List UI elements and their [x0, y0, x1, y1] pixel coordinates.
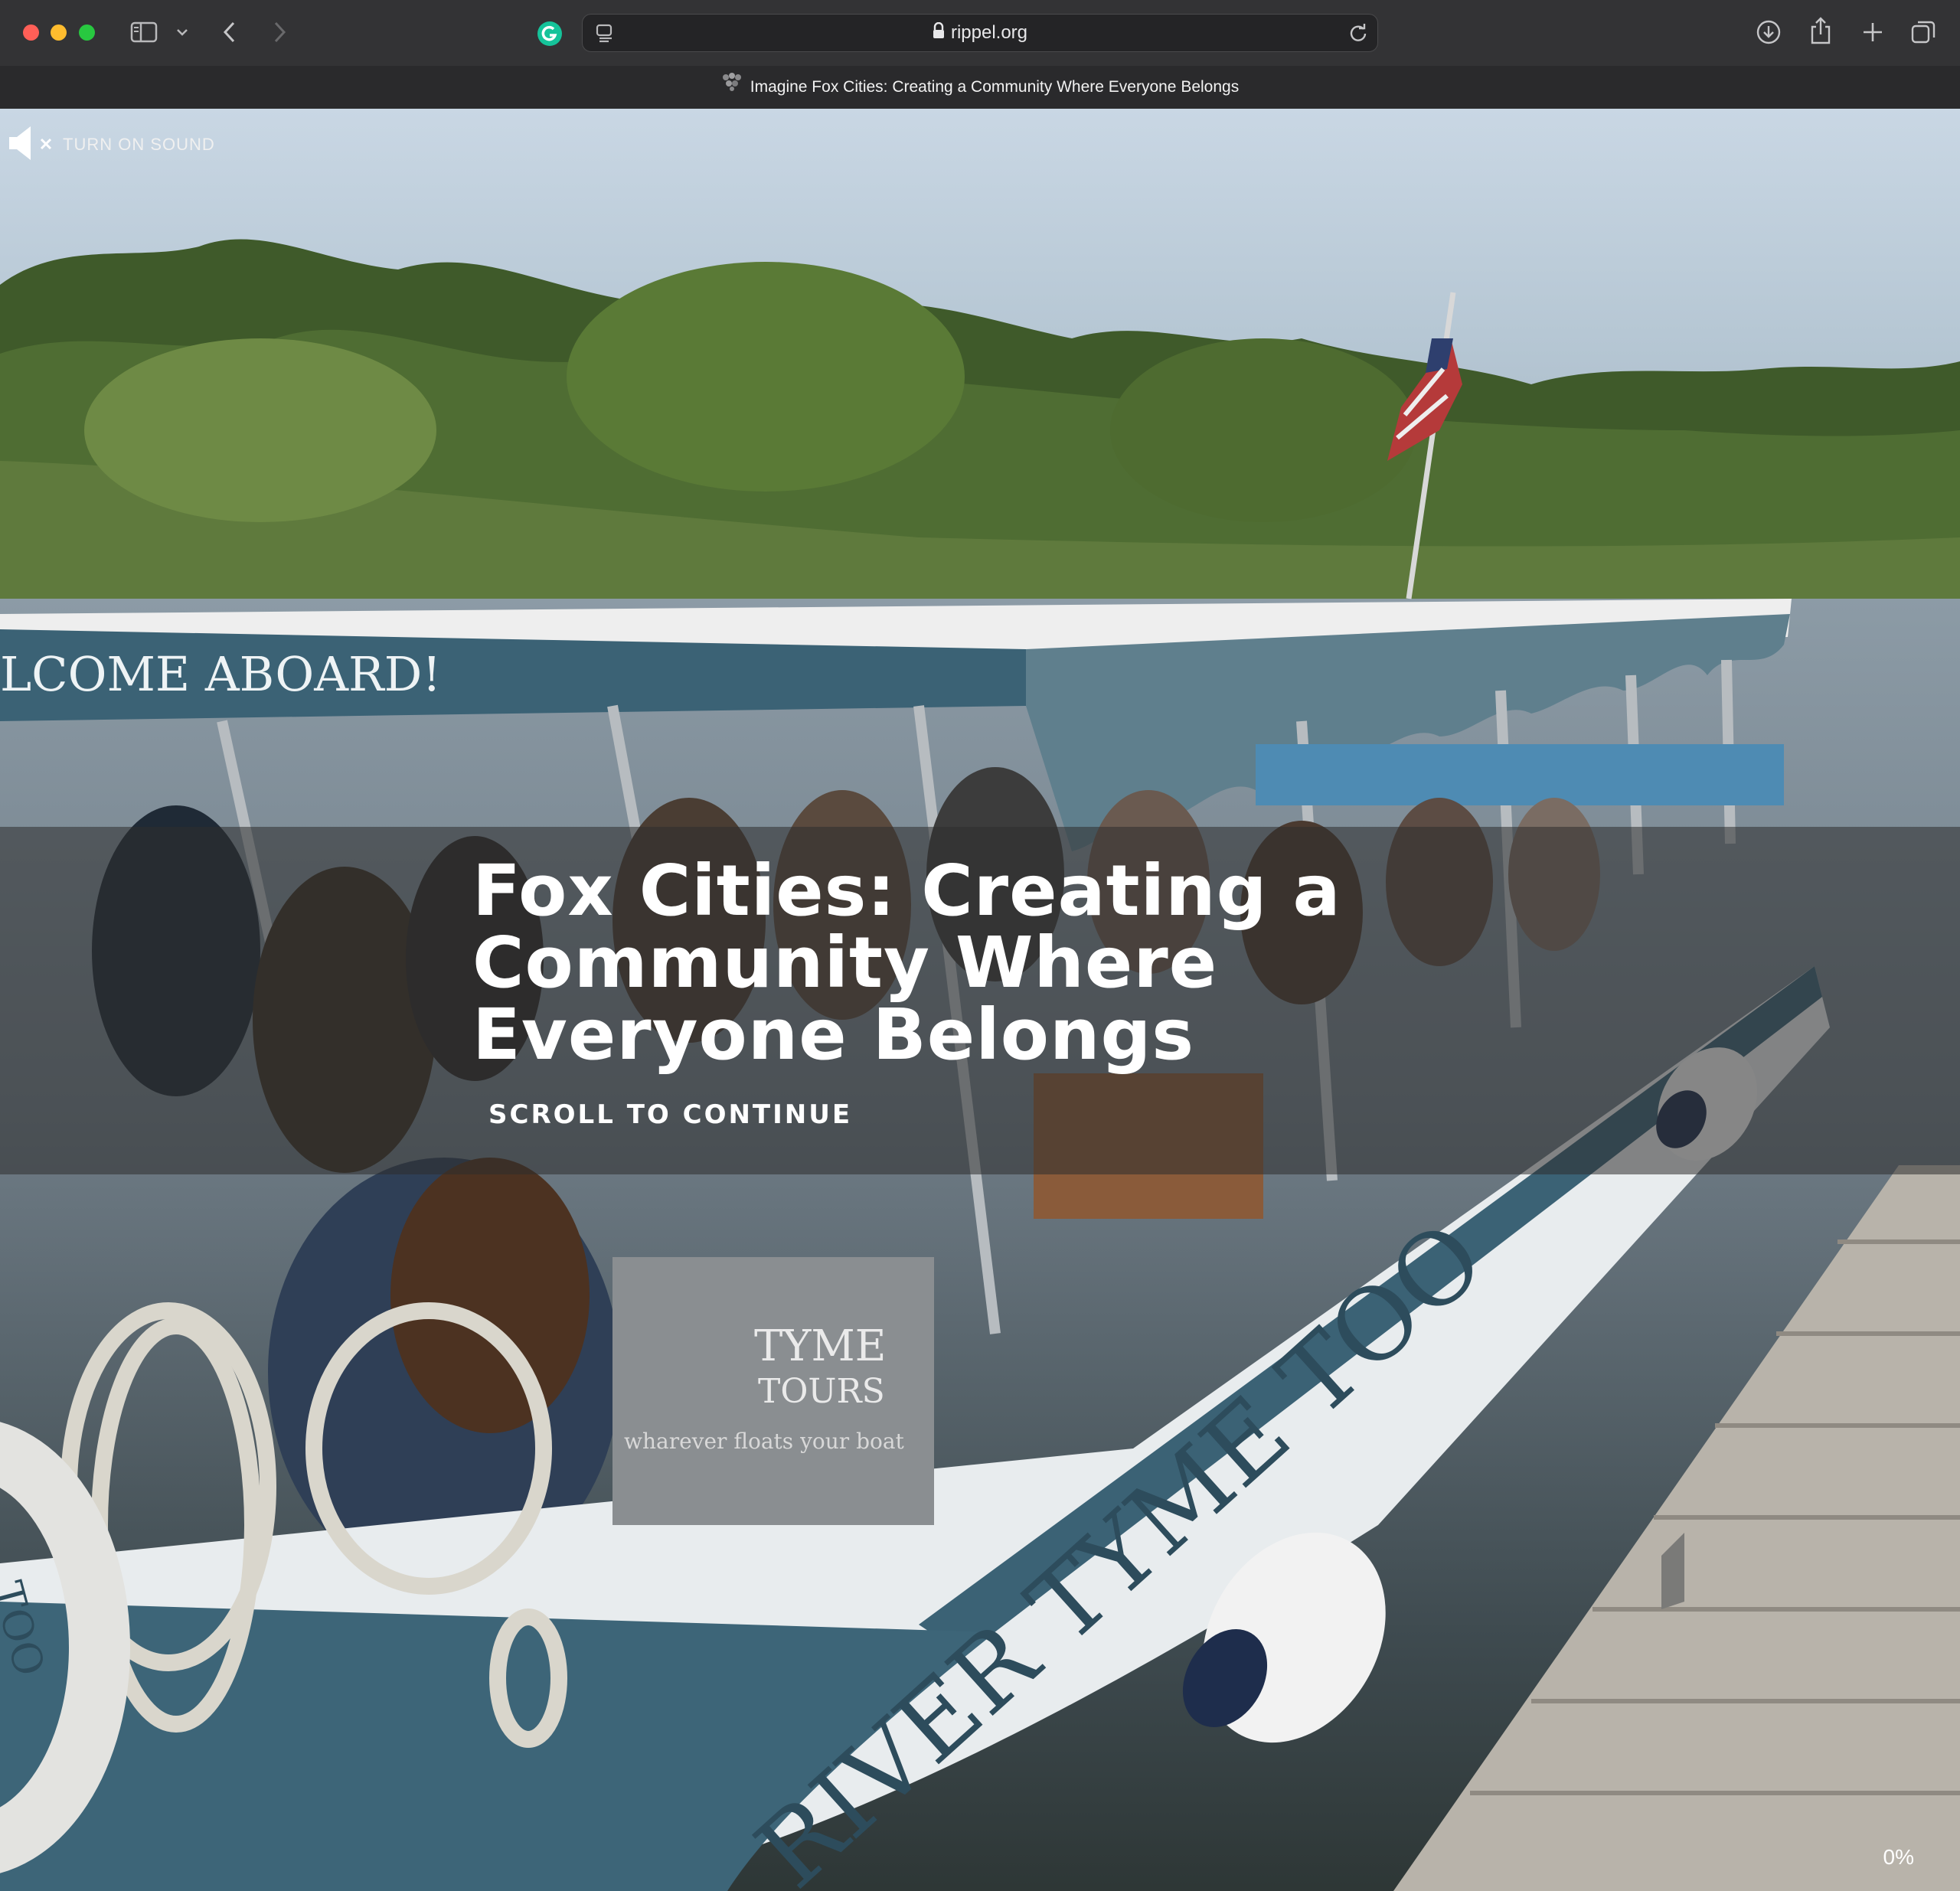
back-icon[interactable]	[218, 18, 241, 46]
boat-bench	[1256, 744, 1784, 805]
hero-title-line: Community Where	[472, 922, 1218, 1004]
speaker-muted-icon	[8, 124, 54, 166]
sidebar-icon[interactable]	[130, 20, 158, 44]
browser-chrome: rippel.org Imagine Fox Cities: Creating …	[0, 0, 1960, 109]
boat-panel-line3: wharever floats your boat	[624, 1429, 905, 1454]
chevron-down-icon[interactable]	[175, 23, 190, 41]
url-display: rippel.org	[583, 15, 1377, 51]
grammarly-icon[interactable]	[536, 20, 564, 47]
share-icon[interactable]	[1807, 15, 1834, 46]
zoom-window-button[interactable]	[79, 24, 95, 41]
hero-title-line: Everyone Belongs	[472, 994, 1195, 1076]
boat-panel-line1: TYME	[754, 1321, 887, 1371]
boat-sign-text: LCOME ABOARD!	[0, 646, 441, 702]
address-bar[interactable]: rippel.org	[582, 14, 1378, 52]
turn-on-sound-button[interactable]: TURN ON SOUND	[8, 126, 215, 164]
download-icon[interactable]	[1755, 18, 1782, 46]
browser-toolbar: rippel.org	[0, 0, 1960, 66]
hero-title: Fox Cities: Creating a Community Where E…	[472, 855, 1468, 1071]
reload-icon[interactable]	[1347, 22, 1370, 44]
tab-active[interactable]: Imagine Fox Cities: Creating a Community…	[0, 66, 1960, 109]
url-text: rippel.org	[950, 22, 1028, 43]
boat-panel-line2: TOURS	[758, 1372, 885, 1411]
tabs-overview-icon[interactable]	[1909, 18, 1937, 46]
forward-icon[interactable]	[268, 18, 291, 46]
boat-console: TYME TOURS wharever floats your boat	[612, 1257, 934, 1525]
tab-title-text: Imagine Fox Cities: Creating a Community…	[750, 78, 1240, 96]
scroll-to-continue-link[interactable]: SCROLL TO CONTINUE	[488, 1099, 852, 1130]
tab-bar: Imagine Fox Cities: Creating a Community…	[0, 66, 1960, 109]
close-window-button[interactable]	[23, 24, 39, 41]
new-tab-icon[interactable]	[1859, 18, 1886, 46]
site-favicon-icon	[721, 66, 743, 109]
scroll-progress: 0%	[1883, 1845, 1914, 1869]
hero-section: LCOME ABOARD! RIVER TYME TOO TYME TOURS …	[0, 109, 1960, 1891]
hero-title-line: Fox Cities: Creating a	[472, 850, 1341, 932]
turn-on-sound-label: TURN ON SOUND	[63, 135, 215, 154]
lock-icon	[933, 15, 945, 52]
treeline	[0, 239, 1960, 599]
minimize-window-button[interactable]	[51, 24, 67, 41]
boat-canopy: LCOME ABOARD!	[0, 599, 1792, 851]
